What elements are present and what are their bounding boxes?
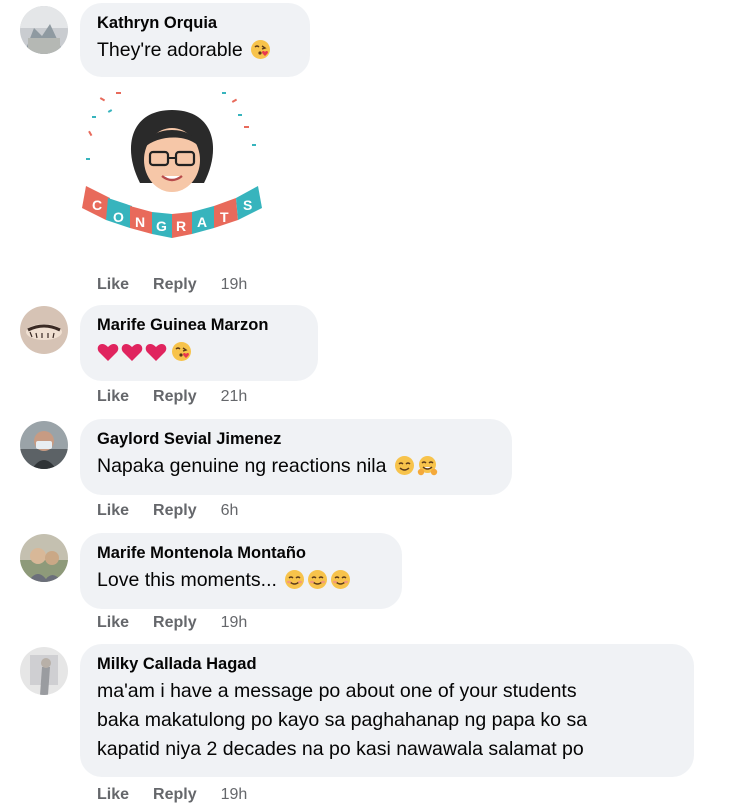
timestamp[interactable]: 21h bbox=[221, 388, 248, 406]
svg-text:O: O bbox=[113, 209, 124, 225]
avatar[interactable] bbox=[20, 421, 68, 469]
comment-text-line: kapatid niya 2 decades na po kasi nawawa… bbox=[97, 738, 584, 760]
comment-author[interactable]: Milky Callada Hagad bbox=[97, 654, 677, 674]
comment-text: Love this moments... bbox=[97, 566, 385, 599]
avatar[interactable] bbox=[20, 534, 68, 582]
red-heart-emoji-icon bbox=[145, 342, 167, 371]
comment-bubble: Milky Callada Hagad ma'am i have a messa… bbox=[80, 644, 694, 777]
comment-text-line: ma'am i have a message po about one of y… bbox=[97, 680, 577, 702]
avatar[interactable] bbox=[20, 6, 68, 54]
like-button[interactable]: Like bbox=[97, 276, 129, 294]
comment-bubble: Kathryn Orquia They're adorable bbox=[80, 3, 310, 77]
reply-button[interactable]: Reply bbox=[153, 388, 197, 406]
svg-text:N: N bbox=[135, 214, 145, 230]
comment-author[interactable]: Marife Montenola Montaño bbox=[97, 543, 385, 563]
reply-button[interactable]: Reply bbox=[153, 502, 197, 520]
comment-text-content: Napaka genuine ng reactions nila bbox=[97, 455, 387, 477]
svg-text:A: A bbox=[197, 214, 207, 230]
timestamp[interactable]: 19h bbox=[221, 786, 248, 804]
comment-actions: Like Reply 19h bbox=[97, 786, 247, 804]
avatar[interactable] bbox=[20, 306, 68, 354]
red-heart-emoji-icon bbox=[97, 342, 119, 371]
timestamp[interactable]: 19h bbox=[221, 614, 248, 632]
comment-actions: Like Reply 19h bbox=[97, 276, 247, 294]
comment-text-line: baka makatulong po kayo sa paghahanap ng… bbox=[97, 709, 588, 731]
svg-text:S: S bbox=[243, 197, 252, 213]
comment-actions: Like Reply 6h bbox=[97, 502, 238, 520]
comment-text: They're adorable bbox=[97, 36, 293, 69]
svg-text:C: C bbox=[92, 197, 102, 213]
reply-button[interactable]: Reply bbox=[153, 614, 197, 632]
comment-author[interactable]: Marife Guinea Marzon bbox=[97, 315, 301, 335]
kissing-heart-emoji-icon bbox=[171, 341, 192, 371]
timestamp[interactable]: 19h bbox=[221, 276, 248, 294]
smiling-face-emoji-icon bbox=[307, 569, 328, 599]
reply-button[interactable]: Reply bbox=[153, 786, 197, 804]
comment-actions: Like Reply 21h bbox=[97, 388, 247, 406]
like-button[interactable]: Like bbox=[97, 614, 129, 632]
avatar[interactable] bbox=[20, 647, 68, 695]
svg-text:T: T bbox=[220, 209, 229, 225]
red-heart-emoji-icon bbox=[121, 342, 143, 371]
comment-author[interactable]: Kathryn Orquia bbox=[97, 13, 293, 33]
like-button[interactable]: Like bbox=[97, 388, 129, 406]
comment-text-content: Love this moments... bbox=[97, 569, 277, 591]
comment-author[interactable]: Gaylord Sevial Jimenez bbox=[97, 429, 495, 449]
congrats-sticker: C O N G R A T S bbox=[82, 92, 262, 238]
comment-text-content: They're adorable bbox=[97, 39, 243, 61]
comment-bubble: Marife Montenola Montaño Love this momen… bbox=[80, 533, 402, 609]
reply-button[interactable]: Reply bbox=[153, 276, 197, 294]
svg-text:G: G bbox=[156, 218, 167, 234]
like-button[interactable]: Like bbox=[97, 786, 129, 804]
like-button[interactable]: Like bbox=[97, 502, 129, 520]
comment-bubble: Gaylord Sevial Jimenez Napaka genuine ng… bbox=[80, 419, 512, 495]
smiling-face-emoji-icon bbox=[330, 569, 351, 599]
smiling-face-emoji-icon bbox=[284, 569, 305, 599]
smiling-face-emoji-icon bbox=[394, 455, 415, 485]
comment-actions: Like Reply 19h bbox=[97, 614, 247, 632]
kissing-heart-emoji-icon bbox=[250, 39, 271, 69]
comment-text bbox=[97, 338, 301, 371]
hugging-face-emoji-icon bbox=[417, 455, 438, 485]
timestamp[interactable]: 6h bbox=[221, 502, 239, 520]
svg-text:R: R bbox=[176, 218, 186, 234]
comment-text: Napaka genuine ng reactions nila bbox=[97, 452, 495, 485]
comment-bubble: Marife Guinea Marzon bbox=[80, 305, 318, 381]
